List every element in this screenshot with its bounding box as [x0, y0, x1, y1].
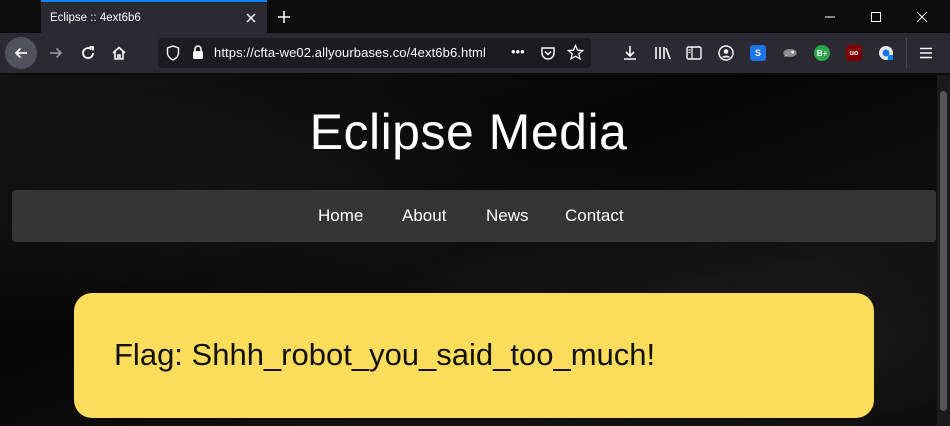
scrollbar-thumb[interactable] — [940, 91, 947, 411]
bplus-icon[interactable]: B+ — [814, 45, 830, 61]
stylus-icon[interactable]: S — [750, 45, 766, 61]
minimize-button[interactable] — [807, 0, 853, 33]
toolbar-divider — [906, 38, 907, 68]
home-button[interactable] — [103, 37, 135, 69]
maximize-button[interactable] — [853, 0, 899, 33]
back-arrow-icon — [14, 47, 27, 59]
downloads-icon[interactable] — [622, 45, 638, 66]
ublock-icon[interactable]: uo — [846, 45, 862, 61]
url-text: https://cfta-we02.allyourbases.co/4ext6b… — [214, 45, 486, 60]
url-bar[interactable]: https://cfta-we02.allyourbases.co/4ext6b… — [158, 38, 591, 68]
forward-button[interactable] — [40, 37, 72, 69]
new-tab-button[interactable] — [273, 6, 295, 28]
reload-icon — [82, 46, 94, 59]
hamburger-menu-icon[interactable] — [918, 45, 934, 66]
tab-close-icon[interactable] — [243, 10, 259, 26]
bookmark-star-icon[interactable] — [566, 43, 585, 66]
sidebar-icon[interactable] — [686, 45, 702, 66]
chameleon-icon[interactable] — [782, 45, 798, 61]
tab-title: Eclipse :: 4ext6b6 — [50, 11, 141, 24]
nav-link-contact[interactable]: Contact — [565, 206, 624, 226]
pocket-icon[interactable] — [540, 45, 556, 66]
account-icon[interactable] — [718, 45, 734, 66]
back-button[interactable] — [5, 37, 37, 69]
home-icon — [112, 46, 126, 60]
reload-button[interactable] — [72, 37, 104, 69]
nav-link-about[interactable]: About — [402, 206, 446, 226]
page-actions-more-icon[interactable]: ••• — [511, 44, 525, 59]
nav-link-news[interactable]: News — [486, 206, 529, 226]
vertical-scrollbar[interactable] — [937, 75, 950, 426]
site-title: Eclipse Media — [309, 104, 628, 160]
site-navigation: Home About News Contact — [12, 190, 936, 242]
close-window-button[interactable] — [899, 0, 945, 33]
nav-link-home[interactable]: Home — [318, 206, 363, 226]
privacy-extension-icon[interactable] — [878, 45, 894, 61]
lock-icon[interactable] — [192, 45, 204, 65]
web-page: Eclipse Media Home About News Contact Fl… — [0, 75, 937, 426]
forward-arrow-icon — [50, 47, 63, 59]
navigation-toolbar: https://cfta-we02.allyourbases.co/4ext6b… — [0, 33, 950, 74]
flag-text: Flag: Shhh_robot_you_said_too_much! — [114, 337, 656, 372]
tab-strip: Eclipse :: 4ext6b6 — [0, 0, 950, 33]
tracking-shield-icon[interactable] — [166, 45, 180, 66]
library-icon[interactable] — [654, 45, 672, 66]
browser-tab[interactable]: Eclipse :: 4ext6b6 — [41, 0, 267, 33]
flag-panel: Flag: Shhh_robot_you_said_too_much! — [74, 293, 874, 418]
